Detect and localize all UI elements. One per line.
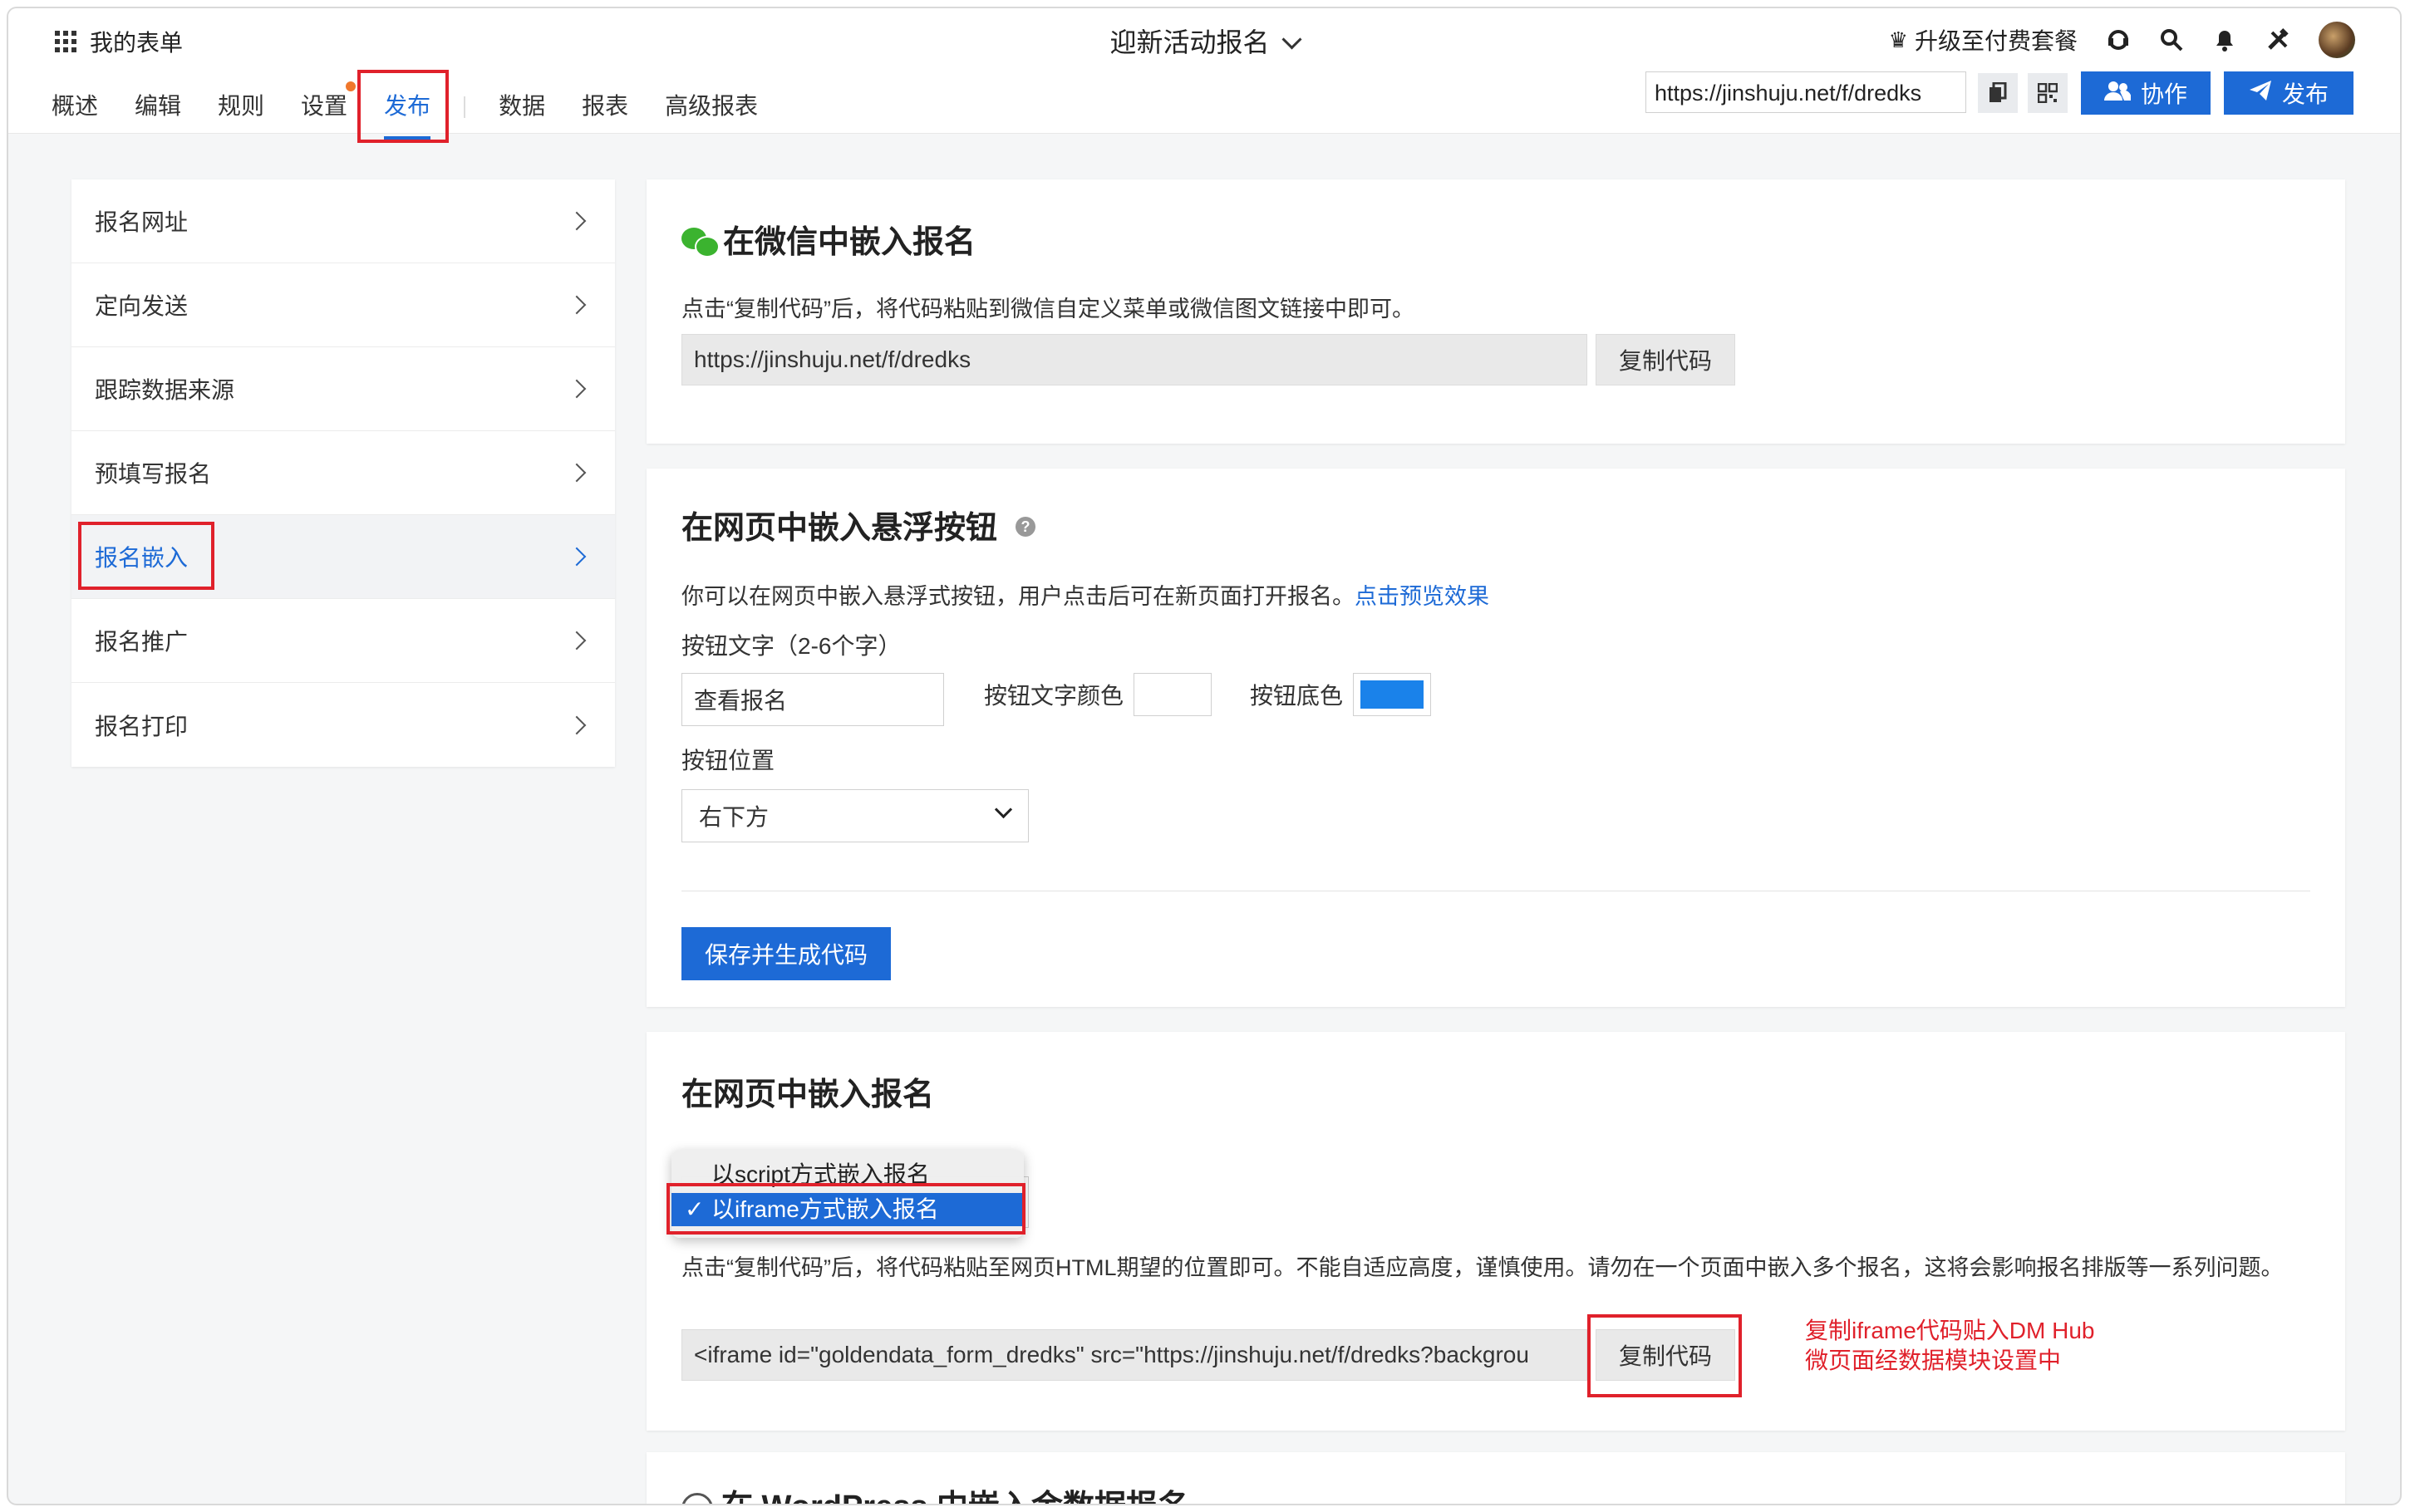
chevron-right-icon bbox=[567, 379, 587, 399]
wordpress-icon bbox=[681, 1492, 713, 1504]
tab-settings-label: 设置 bbox=[301, 93, 348, 119]
web-embed-title: 在网页中嵌入报名 bbox=[681, 1078, 935, 1112]
tab-divider bbox=[464, 96, 466, 118]
button-text-label: 按钮文字（2-6个字） bbox=[681, 633, 902, 659]
wordpress-embed-card: 在 WordPress 中嵌入金数据报名 bbox=[647, 1452, 2345, 1504]
chevron-right-icon bbox=[567, 463, 587, 483]
wechat-embed-title-text: 在微信中嵌入报名 bbox=[723, 225, 976, 260]
form-title: 迎新活动报名 bbox=[1109, 27, 1270, 57]
floating-desc-text: 你可以在网页中嵌入悬浮式按钮，用户点击后可在新页面打开报名。 bbox=[681, 584, 1355, 609]
browser-frame: 我的表单 迎新活动报名 ♛ 升级至付费套餐 概述 编辑 规则 设置 发布 数据 … bbox=[8, 8, 2400, 1504]
sidebar-item-label: 报名推广 bbox=[95, 629, 189, 655]
publish-label: 发布 bbox=[2281, 81, 2329, 107]
bg-color-label: 按钮底色 bbox=[1250, 683, 1344, 709]
chevron-right-icon bbox=[567, 631, 587, 650]
chevron-right-icon bbox=[567, 211, 587, 231]
notification-dot bbox=[346, 81, 357, 91]
tab-overview[interactable]: 概述 bbox=[52, 88, 98, 128]
qrcode-button[interactable] bbox=[2028, 73, 2068, 113]
chevron-right-icon bbox=[567, 295, 587, 315]
chevron-right-icon bbox=[567, 547, 587, 567]
support-icon[interactable] bbox=[2106, 27, 2131, 52]
upgrade-link[interactable]: ♛ 升级至付费套餐 bbox=[1889, 23, 2078, 56]
sidebar-item-label: 报名打印 bbox=[95, 713, 189, 739]
annotation-line-2: 微页面经数据模块设置中 bbox=[1805, 1348, 2062, 1373]
wechat-icon bbox=[681, 224, 720, 258]
tab-edit[interactable]: 编辑 bbox=[135, 88, 181, 128]
text-color-picker[interactable] bbox=[1134, 673, 1212, 716]
collaborate-label: 协作 bbox=[2140, 81, 2187, 107]
publish-button[interactable]: 发布 bbox=[2224, 71, 2353, 115]
chevron-right-icon bbox=[567, 715, 587, 734]
sidebar-item-form-url[interactable]: 报名网址 bbox=[71, 179, 615, 263]
form-url-field[interactable]: https://jinshuju.net/f/dredks bbox=[1645, 71, 1966, 113]
tab-advanced-reports[interactable]: 高级报表 bbox=[665, 88, 758, 128]
bg-color-picker[interactable] bbox=[1353, 673, 1431, 716]
top-header: 我的表单 迎新活动报名 ♛ 升级至付费套餐 概述 编辑 规则 设置 发布 数据 … bbox=[8, 8, 2400, 143]
chevron-down-icon bbox=[994, 800, 1013, 819]
wechat-embed-card: 在微信中嵌入报名 点击“复制代码”后，将代码粘贴到微信自定义菜单或微信图文链接中… bbox=[647, 179, 2345, 444]
wechat-embed-desc: 点击“复制代码”后，将代码粘贴到微信自定义菜单或微信图文链接中即可。 bbox=[681, 297, 1414, 322]
annotation-line-1: 复制iframe代码贴入DM Hub bbox=[1805, 1318, 2095, 1343]
floating-button-card: 在网页中嵌入悬浮按钮? 你可以在网页中嵌入悬浮式按钮，用户点击后可在新页面打开报… bbox=[647, 469, 2345, 1007]
users-icon bbox=[2103, 80, 2132, 107]
tab-reports[interactable]: 报表 bbox=[582, 88, 628, 128]
copy-button-highlight bbox=[1587, 1314, 1742, 1397]
wechat-embed-title: 在微信中嵌入报名 bbox=[681, 216, 976, 262]
sidebar-item-label: 预填写报名 bbox=[95, 461, 212, 487]
embed-item-highlight bbox=[78, 522, 214, 590]
crown-icon: ♛ bbox=[1888, 27, 1908, 52]
sidebar-item-targeted-send[interactable]: 定向发送 bbox=[71, 263, 615, 347]
sidebar-item-prefill[interactable]: 预填写报名 bbox=[71, 431, 615, 515]
sidebar-item-label: 报名网址 bbox=[95, 209, 189, 235]
collaborate-button[interactable]: 协作 bbox=[2081, 71, 2211, 115]
qrcode-icon bbox=[2038, 83, 2058, 103]
tools-icon[interactable] bbox=[2265, 27, 2290, 52]
wechat-copy-button[interactable]: 复制代码 bbox=[1596, 334, 1735, 385]
floating-button-title: 在网页中嵌入悬浮按钮? bbox=[681, 502, 1036, 547]
paper-plane-icon bbox=[2249, 80, 2272, 107]
text-color-label: 按钮文字颜色 bbox=[984, 683, 1124, 709]
tab-data[interactable]: 数据 bbox=[499, 88, 545, 128]
sidebar-item-promotion[interactable]: 报名推广 bbox=[71, 599, 615, 683]
sidebar-item-print[interactable]: 报名打印 bbox=[71, 683, 615, 767]
button-position-select[interactable]: 右下方 bbox=[681, 789, 1029, 842]
wordpress-title-text: 在 WordPress 中嵌入金数据报名 bbox=[721, 1490, 1189, 1504]
help-icon[interactable]: ? bbox=[1016, 516, 1036, 537]
button-position-label: 按钮位置 bbox=[681, 748, 775, 773]
iframe-code-field[interactable]: <iframe id="goldendata_form_dredks" src=… bbox=[681, 1329, 1587, 1381]
web-embed-desc: 点击“复制代码”后，将代码粘贴至网页HTML期望的位置即可。不能自适应高度，谨慎… bbox=[681, 1255, 2284, 1280]
wordpress-embed-title: 在 WordPress 中嵌入金数据报名 bbox=[681, 1480, 1189, 1504]
iframe-option-highlight bbox=[666, 1183, 1025, 1235]
button-position-value: 右下方 bbox=[699, 804, 770, 830]
upgrade-label: 升级至付费套餐 bbox=[1914, 28, 2078, 54]
floating-button-desc: 你可以在网页中嵌入悬浮式按钮，用户点击后可在新页面打开报名。点击预览效果 bbox=[681, 578, 1489, 611]
bell-icon[interactable] bbox=[2212, 27, 2237, 52]
copy-icon bbox=[1989, 82, 2007, 102]
sidebar-item-label: 跟踪数据来源 bbox=[95, 377, 235, 403]
sidebar-item-track-source[interactable]: 跟踪数据来源 bbox=[71, 347, 615, 431]
bg-color-swatch bbox=[1360, 680, 1424, 709]
preview-link[interactable]: 点击预览效果 bbox=[1355, 584, 1489, 609]
text-color-swatch bbox=[1141, 680, 1204, 709]
top-right-toolbar: ♛ 升级至付费套餐 bbox=[1889, 22, 2355, 58]
publish-tab-highlight bbox=[357, 70, 449, 143]
sidebar-item-label: 定向发送 bbox=[95, 293, 189, 319]
annotation-note: 复制iframe代码贴入DM Hub 微页面经数据模块设置中 bbox=[1793, 1314, 2107, 1377]
copy-url-button[interactable] bbox=[1978, 73, 2018, 113]
tab-settings[interactable]: 设置 bbox=[301, 81, 357, 128]
tab-rules[interactable]: 规则 bbox=[218, 88, 264, 128]
user-avatar[interactable] bbox=[2319, 22, 2355, 58]
chevron-down-icon bbox=[1281, 29, 1302, 50]
save-generate-button[interactable]: 保存并生成代码 bbox=[681, 927, 891, 980]
search-icon[interactable] bbox=[2159, 27, 2184, 52]
floating-button-title-text: 在网页中嵌入悬浮按钮 bbox=[681, 511, 998, 546]
button-text-input[interactable]: 查看报名 bbox=[681, 673, 944, 726]
wechat-code-field[interactable]: https://jinshuju.net/f/dredks bbox=[681, 334, 1587, 385]
publish-sidebar: 报名网址 定向发送 跟踪数据来源 预填写报名 报名嵌入 报名推广 报名打印 bbox=[71, 179, 615, 767]
